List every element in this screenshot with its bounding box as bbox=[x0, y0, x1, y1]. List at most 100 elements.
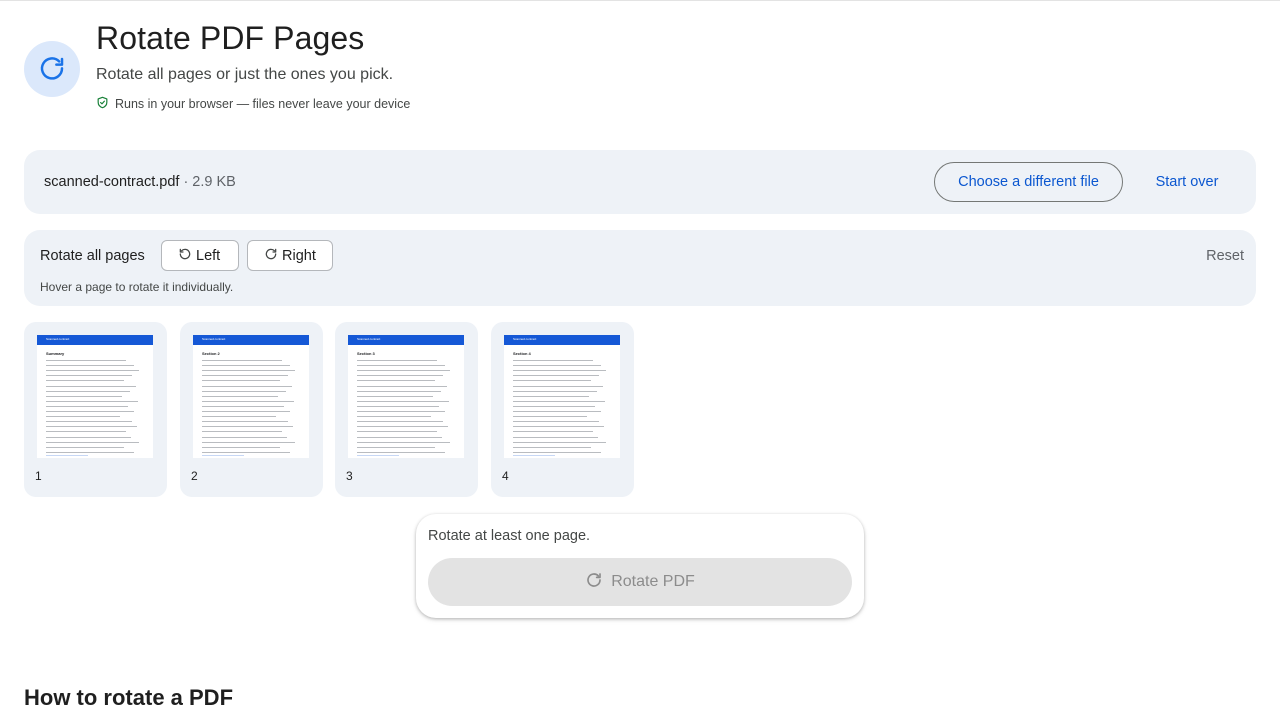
page-text-line bbox=[202, 446, 280, 448]
file-size: · 2.9 KB bbox=[179, 174, 236, 190]
rotate-right-icon bbox=[264, 247, 278, 265]
rotate-icon bbox=[585, 571, 603, 594]
page-number: 2 bbox=[191, 469, 198, 483]
page-preview: Scanned contract Section 3 bbox=[348, 335, 464, 458]
rotate-left-label: Left bbox=[196, 247, 221, 264]
page-text-line bbox=[357, 446, 435, 448]
rotate-left-button[interactable]: Left bbox=[161, 240, 239, 271]
page-text-line bbox=[357, 370, 450, 372]
page-preview: Scanned contract Section 4 bbox=[504, 335, 620, 458]
page-text-line bbox=[513, 395, 589, 397]
page-text-line bbox=[357, 375, 443, 377]
page-footer-line bbox=[202, 455, 244, 456]
page-text-line bbox=[513, 390, 597, 392]
rotate-right-button[interactable]: Right bbox=[247, 240, 333, 271]
page-number: 4 bbox=[502, 469, 509, 483]
page-text-line bbox=[513, 426, 604, 428]
page-number: 3 bbox=[346, 469, 353, 483]
page-text-line bbox=[46, 380, 124, 382]
page-text-line bbox=[513, 360, 593, 361]
page-text-line bbox=[357, 411, 445, 412]
rotate-pdf-label: Rotate PDF bbox=[611, 573, 695, 590]
page-text-line bbox=[513, 385, 603, 387]
page-text-line bbox=[202, 405, 284, 407]
page-text-line bbox=[46, 385, 136, 387]
how-to-heading: How to rotate a PDF bbox=[24, 685, 234, 710]
page-preview: Scanned contract Section 2 bbox=[193, 335, 309, 458]
page-text-line bbox=[357, 421, 443, 423]
page-header-text: Scanned contract bbox=[202, 337, 226, 341]
page-thumbnail[interactable]: Scanned contract Section 4 4 bbox=[491, 322, 634, 497]
page-text-line bbox=[202, 400, 294, 402]
page-text-line bbox=[202, 390, 286, 392]
page-text-line bbox=[357, 360, 437, 361]
page-subtitle: Rotate all pages or just the ones you pi… bbox=[96, 66, 394, 83]
page-footer-line bbox=[46, 455, 88, 456]
page-text-line bbox=[202, 365, 290, 367]
page-header-text: Scanned contract bbox=[357, 337, 381, 341]
reset-button[interactable]: Reset bbox=[1206, 248, 1244, 264]
rotate-right-label: Right bbox=[282, 247, 316, 264]
page-text-line bbox=[46, 360, 126, 361]
page-text-line bbox=[357, 441, 450, 443]
file-name: scanned-contract.pdf bbox=[44, 174, 180, 190]
page-text-line bbox=[202, 411, 290, 412]
top-divider bbox=[0, 0, 1280, 1]
choose-file-button[interactable]: Choose a different file bbox=[934, 162, 1123, 202]
page-text-line bbox=[513, 421, 599, 423]
page-text-line bbox=[513, 441, 606, 443]
page-text-line bbox=[357, 380, 435, 382]
page-text-line bbox=[202, 436, 287, 438]
page-text-line bbox=[513, 446, 591, 448]
shield-check-icon bbox=[96, 96, 109, 112]
page-heading: Summary bbox=[46, 351, 65, 356]
privacy-note: Runs in your browser — files never leave… bbox=[96, 96, 410, 112]
page-preview: Scanned contract Summary bbox=[37, 335, 153, 458]
page-text-line bbox=[202, 360, 282, 361]
rotate-all-label: Rotate all pages bbox=[40, 248, 145, 264]
page-text-line bbox=[357, 400, 449, 402]
page-text-line bbox=[357, 416, 431, 418]
page-text-line bbox=[46, 411, 134, 412]
page-text-line bbox=[513, 370, 606, 372]
page-text-line bbox=[357, 405, 439, 407]
page-text-line bbox=[46, 451, 134, 453]
page-text-line bbox=[46, 390, 130, 392]
page-text-line bbox=[46, 441, 139, 443]
page-text-line bbox=[513, 436, 598, 438]
rotate-controls: Rotate all pages Left Right Reset Hover … bbox=[24, 230, 1256, 306]
page-thumbnail[interactable]: Scanned contract Summary 1 bbox=[24, 322, 167, 497]
page-header-text: Scanned contract bbox=[46, 337, 70, 341]
rotate-icon bbox=[24, 41, 80, 97]
page-text-line bbox=[202, 421, 288, 423]
page-text-line bbox=[202, 441, 295, 443]
rotate-pdf-button[interactable]: Rotate PDF bbox=[428, 558, 852, 606]
action-hint: Rotate at least one page. bbox=[428, 528, 591, 544]
page-text-line bbox=[46, 446, 124, 448]
page-text-line bbox=[202, 416, 276, 418]
page-text-line bbox=[513, 380, 591, 382]
page-thumbnail[interactable]: Scanned contract Section 3 3 bbox=[335, 322, 478, 497]
page-text-line bbox=[357, 395, 433, 397]
page-text-line bbox=[357, 451, 445, 453]
rotate-hint: Hover a page to rotate it individually. bbox=[40, 280, 234, 294]
page-heading: Section 4 bbox=[513, 351, 531, 356]
file-bar: scanned-contract.pdf · 2.9 KB Choose a d… bbox=[24, 150, 1256, 214]
page-text-line bbox=[46, 375, 132, 377]
page-text-line bbox=[46, 421, 132, 423]
page-text-line bbox=[202, 370, 295, 372]
page-thumbnail[interactable]: Scanned contract Section 2 2 bbox=[180, 322, 323, 497]
page-footer-line bbox=[513, 455, 555, 456]
page-text-line bbox=[357, 436, 442, 438]
start-over-button[interactable]: Start over bbox=[1142, 162, 1232, 202]
page-text-line bbox=[513, 365, 601, 367]
page-text-line bbox=[202, 375, 288, 377]
page-heading: Section 3 bbox=[357, 351, 375, 356]
page-text-line bbox=[46, 400, 138, 402]
page-text-line bbox=[202, 385, 292, 387]
page-footer-line bbox=[357, 455, 399, 456]
page-text-line bbox=[46, 365, 134, 367]
page-header-text: Scanned contract bbox=[513, 337, 537, 341]
page-text-line bbox=[357, 426, 448, 428]
privacy-text: Runs in your browser — files never leave… bbox=[115, 97, 411, 111]
